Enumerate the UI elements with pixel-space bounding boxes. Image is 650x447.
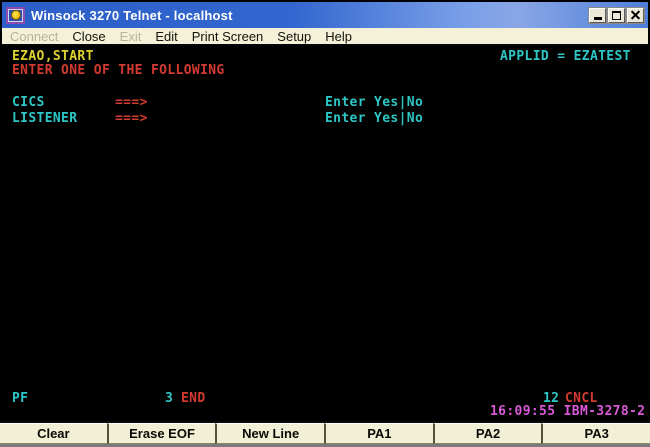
pa2-button[interactable]: PA2 [433, 423, 542, 444]
menubar: Connect Close Exit Edit Print Screen Set… [2, 28, 648, 46]
terminal-hint-cics: Enter Yes|No [325, 96, 423, 109]
terminal-pf3-action: END [181, 392, 206, 405]
menu-item-edit[interactable]: Edit [155, 29, 177, 44]
pa3-button[interactable]: PA3 [541, 423, 650, 444]
close-icon [631, 11, 640, 20]
globe-icon [11, 10, 21, 20]
window-controls [589, 8, 644, 23]
terminal-arrow-cics: ===> [115, 96, 148, 109]
terminal-text-command: EZAO,START [12, 50, 94, 63]
maximize-icon [612, 11, 621, 20]
menu-item-help[interactable]: Help [325, 29, 352, 44]
maximize-button[interactable] [608, 8, 625, 23]
close-button[interactable] [627, 8, 644, 23]
minimize-icon [594, 17, 602, 20]
terminal-pf-label: PF [12, 392, 28, 405]
terminal-hint-listener: Enter Yes|No [325, 112, 423, 125]
titlebar[interactable]: Winsock 3270 Telnet - localhost [2, 2, 648, 28]
minimize-button[interactable] [589, 8, 606, 23]
menu-item-setup[interactable]: Setup [277, 29, 311, 44]
menu-item-close[interactable]: Close [72, 29, 105, 44]
pa1-button[interactable]: PA1 [324, 423, 433, 444]
new-line-button[interactable]: New Line [215, 423, 324, 444]
terminal-label-cics: CICS [12, 96, 45, 109]
terminal-arrow-listener: ===> [115, 112, 148, 125]
menu-item-exit: Exit [120, 29, 142, 44]
terminal-label-listener: LISTENER [12, 112, 77, 125]
terminal-status-time-model: 16:09:55 IBM-3278-2 [490, 405, 645, 418]
erase-eof-button[interactable]: Erase EOF [107, 423, 216, 444]
menu-item-print-screen[interactable]: Print Screen [192, 29, 264, 44]
menu-item-connect: Connect [10, 29, 58, 44]
terminal-screen[interactable]: EZAO,START APPLID = EZATEST ENTER ONE OF… [0, 48, 650, 421]
clear-button[interactable]: Clear [0, 423, 107, 444]
function-button-bar: Clear Erase EOF New Line PA1 PA2 PA3 [0, 421, 650, 447]
app-icon[interactable] [6, 7, 25, 24]
terminal-pf3-key: 3 [165, 392, 173, 405]
app-window: Winsock 3270 Telnet - localhost Connect … [0, 0, 650, 447]
terminal-text-applid: APPLID = EZATEST [500, 50, 631, 63]
terminal-text-prompt: ENTER ONE OF THE FOLLOWING [12, 64, 225, 77]
window-title: Winsock 3270 Telnet - localhost [31, 8, 589, 23]
